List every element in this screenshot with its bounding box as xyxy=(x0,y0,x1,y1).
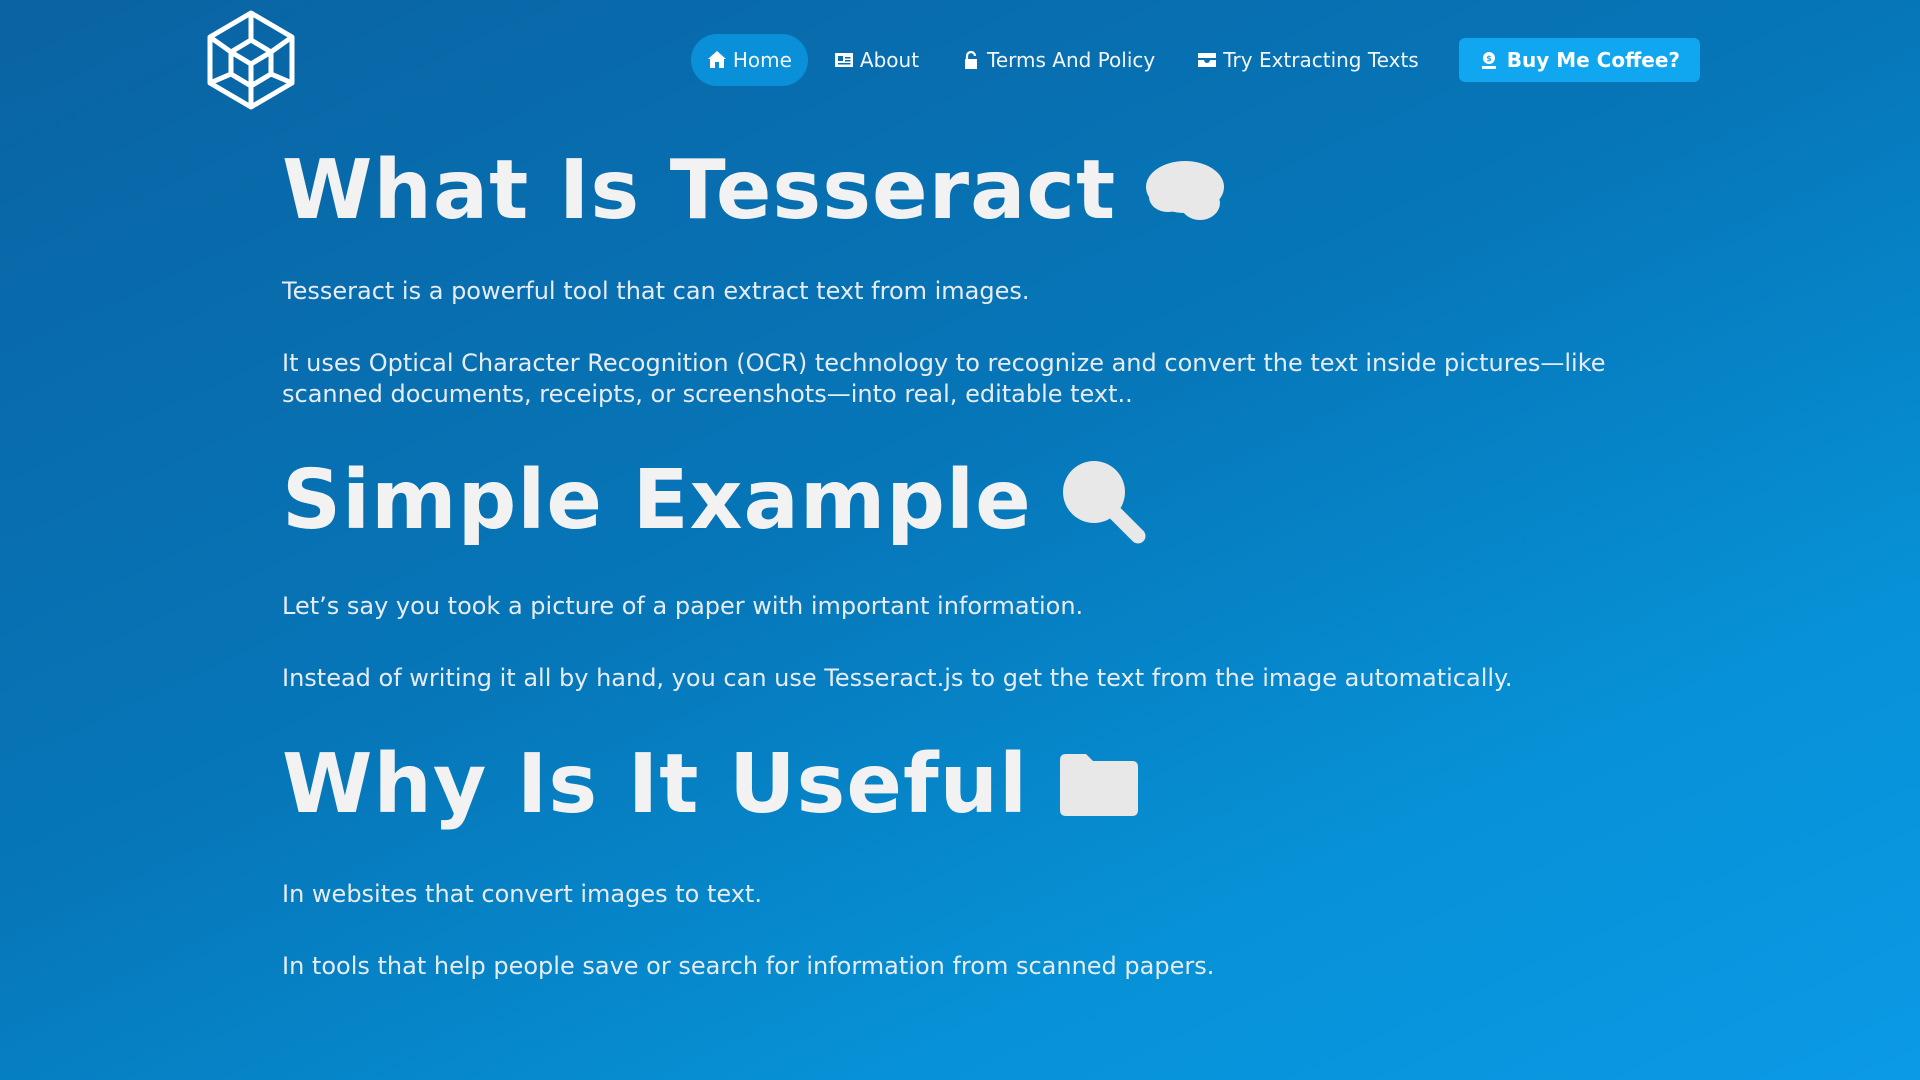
section-what-is-tesseract: What Is Tesseract Tesseract is a powerfu… xyxy=(282,143,1682,410)
section-paragraph: In tools that help people save or search… xyxy=(282,951,1215,980)
brain-icon xyxy=(1146,161,1225,221)
nav-extract[interactable]: Try Extracting Texts xyxy=(1181,34,1434,86)
home-icon xyxy=(707,51,726,68)
buy-coffee-button[interactable]: $ Buy Me Coffee? xyxy=(1458,38,1700,82)
svg-text:$: $ xyxy=(1486,54,1492,63)
section-simple-example: Simple Example Let’s say you took a pict… xyxy=(282,453,1682,694)
magnifier-icon xyxy=(1062,461,1146,544)
buy-coffee-label: Buy Me Coffee? xyxy=(1506,48,1680,72)
id-card-icon xyxy=(834,53,853,67)
scan-tray-icon xyxy=(1198,53,1217,67)
section-title-text: Why Is It Useful xyxy=(282,737,1029,833)
nav-terms-label: Terms And Policy xyxy=(987,48,1156,72)
folder-icon xyxy=(1060,754,1139,817)
section-title: Why Is It Useful xyxy=(282,740,1682,830)
main-content: What Is Tesseract Tesseract is a powerfu… xyxy=(282,143,1682,982)
section-paragraph: Instead of writing it all by hand, you c… xyxy=(282,664,1513,693)
nav-about-label: About xyxy=(859,48,920,72)
section-title: What Is Tesseract xyxy=(282,143,1682,238)
cube-logo-icon[interactable] xyxy=(206,10,296,110)
unlock-icon xyxy=(965,50,978,69)
section-paragraph: In websites that convert images to text. xyxy=(282,879,762,908)
navbar: Home About Terms And Policy Try Extracti… xyxy=(0,0,1920,120)
section-paragraph: Let’s say you took a picture of a paper … xyxy=(282,592,1084,621)
nav-terms[interactable]: Terms And Policy xyxy=(945,34,1171,86)
main-nav: Home About Terms And Policy Try Extracti… xyxy=(690,34,1700,86)
section-title-text: Simple Example xyxy=(282,453,1032,549)
section-paragraph: Tesseract is a powerful tool that can ex… xyxy=(282,277,1030,306)
section-why-useful: Why Is It Useful In websites that conver… xyxy=(282,740,1682,981)
nav-extract-label: Try Extracting Texts xyxy=(1223,48,1419,72)
coin-hand-icon: $ xyxy=(1481,52,1496,69)
nav-about[interactable]: About xyxy=(818,34,935,86)
nav-home[interactable]: Home xyxy=(690,34,808,86)
section-title-text: What Is Tesseract xyxy=(282,143,1117,238)
nav-home-label: Home xyxy=(732,48,792,72)
section-paragraph: It uses Optical Character Recognition (O… xyxy=(282,349,1606,409)
section-title: Simple Example xyxy=(282,453,1682,549)
